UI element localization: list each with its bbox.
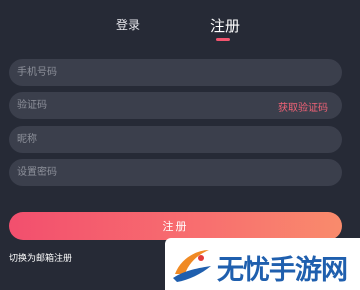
swoosh-logo-icon	[173, 250, 211, 282]
get-code-button[interactable]: 获取验证码	[278, 99, 328, 114]
watermark: 无忧手游网	[165, 238, 360, 290]
code-field: 获取验证码	[9, 92, 342, 119]
tab-register[interactable]: 注册	[210, 15, 240, 36]
auth-tabs: 登录 注册	[0, 0, 360, 44]
phone-field	[9, 59, 342, 86]
register-button[interactable]: 注册	[9, 212, 342, 240]
password-field	[9, 159, 342, 186]
verification-code-input[interactable]	[17, 92, 267, 119]
nickname-field	[9, 126, 342, 153]
active-tab-indicator	[216, 38, 230, 41]
nickname-input[interactable]	[17, 126, 267, 153]
tab-login[interactable]: 登录	[116, 16, 140, 33]
phone-input[interactable]	[17, 59, 267, 86]
watermark-text: 无忧手游网	[217, 255, 348, 286]
switch-to-email-link[interactable]: 切换为邮箱注册	[9, 251, 72, 264]
password-input[interactable]	[17, 159, 267, 186]
